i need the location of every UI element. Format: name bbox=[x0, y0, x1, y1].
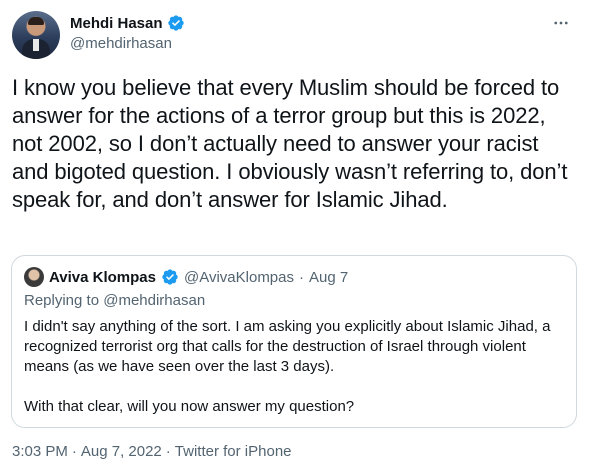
quoted-tweet-body: I didn't say anything of the sort. I am … bbox=[24, 317, 564, 417]
tweet-meta: 3:03 PM · Aug 7, 2022 · Twitter for iPho… bbox=[12, 443, 292, 460]
quoted-paragraph: I didn't say anything of the sort. I am … bbox=[24, 318, 551, 375]
quoted-tweet-header: Aviva Klompas @AvivaKlompas · Aug 7 bbox=[24, 267, 348, 287]
quoted-tweet[interactable]: Aviva Klompas @AvivaKlompas · Aug 7 Repl… bbox=[11, 255, 577, 428]
quoted-paragraph: With that clear, will you now answer my … bbox=[24, 398, 355, 415]
replying-to: Replying to @mehdirhasan bbox=[24, 292, 205, 309]
separator: · bbox=[71, 443, 77, 460]
verified-badge-icon bbox=[162, 269, 178, 285]
replying-to-mention: @mehdirhasan bbox=[103, 292, 206, 309]
author-name-block: Mehdi Hasan @mehdirhasan bbox=[70, 13, 185, 52]
author-display-name[interactable]: Mehdi Hasan bbox=[70, 15, 163, 32]
tweet-source[interactable]: Twitter for iPhone bbox=[175, 443, 292, 460]
author-avatar[interactable] bbox=[12, 11, 60, 59]
more-horizontal-icon[interactable] bbox=[551, 13, 571, 33]
quoted-author-avatar bbox=[24, 267, 44, 287]
tweet-header: Mehdi Hasan @mehdirhasan bbox=[12, 11, 577, 59]
separator: · bbox=[165, 443, 171, 460]
tweet-text: I know you believe that every Muslim sho… bbox=[12, 75, 568, 212]
tweet-date[interactable]: Aug 7, 2022 bbox=[81, 443, 162, 460]
author-handle[interactable]: @mehdirhasan bbox=[70, 35, 185, 52]
quoted-author-handle: @AvivaKlompas bbox=[184, 268, 294, 286]
quoted-author-display-name: Aviva Klompas bbox=[49, 268, 156, 286]
tweet-time[interactable]: 3:03 PM bbox=[12, 443, 68, 460]
separator: · bbox=[299, 268, 304, 286]
quoted-tweet-date: Aug 7 bbox=[309, 268, 349, 286]
verified-badge-icon bbox=[167, 15, 184, 31]
replying-to-prefix: Replying to bbox=[24, 292, 104, 309]
